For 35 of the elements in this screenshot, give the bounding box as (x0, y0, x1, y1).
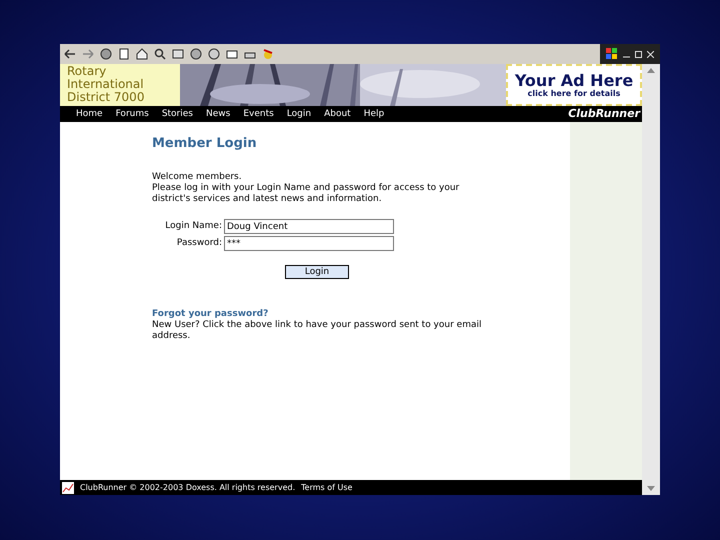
nav-link[interactable]: Forums (116, 109, 149, 119)
login-button[interactable]: Login (285, 265, 349, 279)
nav-link[interactable]: Help (364, 109, 384, 119)
ad-headline: Your Ad Here (514, 72, 634, 88)
scroll-down-icon[interactable] (646, 485, 656, 493)
site-title: Rotary International District 7000 (60, 64, 180, 106)
nav-link[interactable]: Login (286, 109, 312, 119)
home-icon[interactable] (135, 47, 149, 61)
nav-link[interactable]: Stories (162, 109, 193, 119)
windows-logo-icon (606, 48, 618, 60)
forgot-password-link[interactable]: Forgot your password? (152, 309, 268, 320)
nav-link[interactable]: About (324, 109, 351, 119)
close-icon[interactable] (647, 50, 654, 58)
input-field[interactable]: *** (224, 236, 394, 251)
field-label: Password: (176, 238, 223, 249)
ad-banner[interactable]: Your Ad Here click here for details (506, 64, 642, 106)
chart-icon (62, 482, 74, 494)
search-icon[interactable] (153, 47, 167, 61)
footer-text: ClubRunner © 2002-2003 Doxess. All rights reserved. (80, 482, 296, 492)
terms-link[interactable]: Terms of Use (301, 482, 352, 492)
scroll-up-icon[interactable] (646, 66, 656, 74)
new-user-text: New User? Click the above link to have your password sent to your email address. (152, 320, 482, 342)
page-heading: Member Login (152, 136, 258, 152)
nav-link[interactable]: News (206, 109, 230, 119)
brand-logo: ClubRunner (568, 108, 640, 120)
nav-link[interactable]: Home (76, 109, 103, 119)
welcome-text: Welcome members. (152, 172, 243, 183)
back-icon[interactable] (63, 47, 77, 61)
maximize-icon[interactable] (635, 50, 642, 58)
ad-subline: click here for details (528, 88, 620, 98)
scrollbar[interactable] (642, 64, 660, 495)
intro-text: Please log in with your Login Name and password for access to your district's services and latest news and information. (152, 183, 460, 205)
input-field[interactable]: Doug Vincent (224, 219, 394, 234)
field-label: Login Name: (164, 221, 223, 232)
nav-link[interactable]: Events (243, 109, 274, 119)
